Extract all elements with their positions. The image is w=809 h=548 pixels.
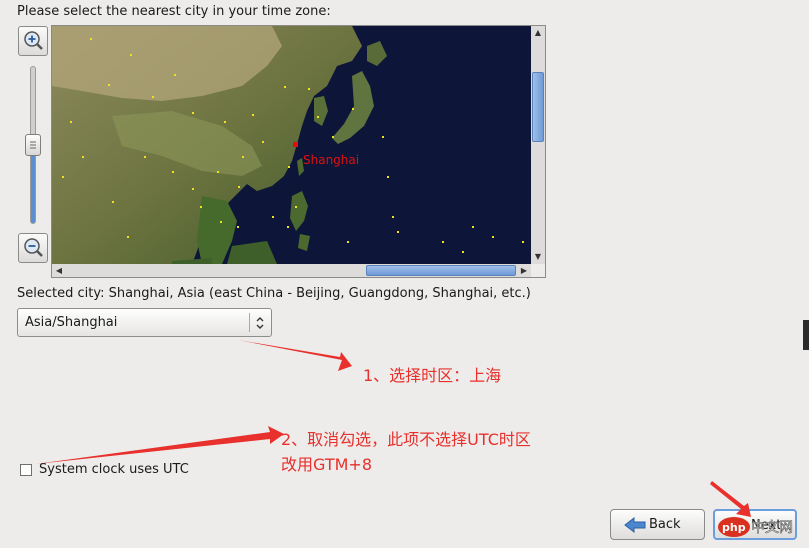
svg-text:php: php [722,521,746,534]
zoom-out-button[interactable] [18,233,48,263]
scroll-right-icon[interactable]: ▶ [518,265,530,277]
select-divider [249,313,250,332]
shanghai-marker [293,142,298,147]
map-vertical-scroll-thumb[interactable] [532,72,544,142]
annotation-step-2-line-2: 改用GTM+8 [281,455,372,474]
annotation-step-1: 1、选择时区：上海 [363,366,502,385]
arrow-to-timezone [238,340,352,371]
utc-checkbox[interactable] [20,464,32,476]
selected-city-label: Selected city: Shanghai, Asia (east Chin… [17,286,531,301]
timezone-map[interactable]: Shanghai [52,26,531,264]
scroll-left-icon[interactable]: ◀ [53,265,65,277]
world-map-image: Shanghai [52,26,531,264]
map-horizontal-scroll-thumb[interactable] [366,265,516,276]
back-button[interactable]: Back [610,509,705,540]
zoom-in-button[interactable] [18,26,48,56]
svg-text:中文网: 中文网 [751,520,793,536]
map-city-label: Shanghai [303,153,359,167]
zoom-slider-fill [31,150,35,223]
scroll-down-icon[interactable]: ▼ [532,251,544,263]
map-vertical-scrollbar[interactable] [531,26,545,264]
page-title: Please select the nearest city in your t… [17,4,331,19]
zoom-slider-handle[interactable] [25,134,41,156]
annotation-step-2-line-1: 2、取消勾选，此项不选择UTC时区 [281,430,531,449]
arrow-to-utc-checkbox [36,426,284,464]
timezone-select-value: Asia/Shanghai [25,315,118,330]
zoom-in-icon [24,31,43,50]
zoom-out-icon [24,238,43,257]
chevron-updown-icon [254,313,266,334]
timezone-select[interactable]: Asia/Shanghai [17,308,272,337]
back-button-label: Back [649,517,681,532]
watermark-logo: php 中文网 [718,516,800,538]
grip-icon [30,141,36,149]
utc-checkbox-label[interactable]: System clock uses UTC [39,462,189,477]
back-arrow-icon [624,516,646,534]
window-edge [803,320,809,350]
scroll-up-icon[interactable]: ▲ [532,27,544,39]
